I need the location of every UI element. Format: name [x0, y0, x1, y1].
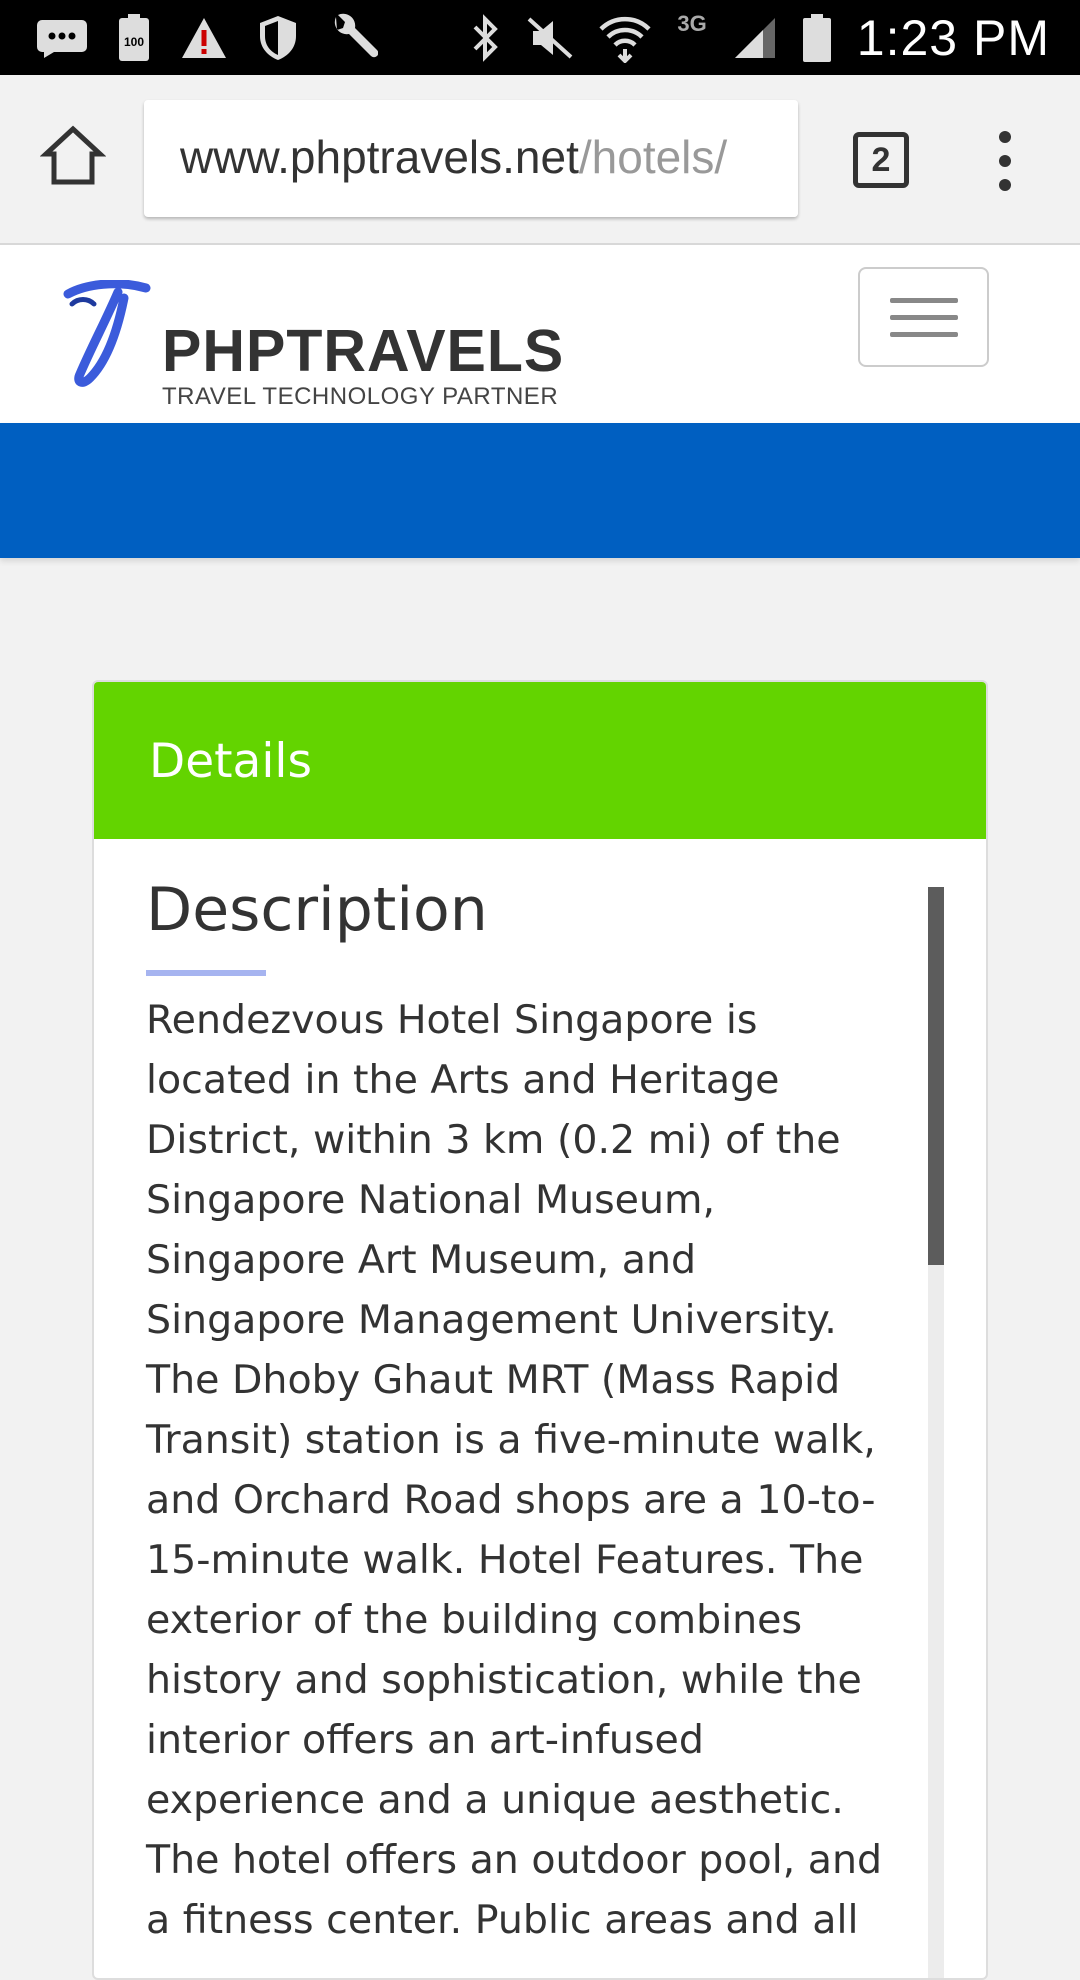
details-card: Details Description Rendezvous Hotel Sin… [92, 680, 988, 1980]
url-text[interactable]: www.phptravels.net/hotels/ [180, 130, 727, 184]
alert-icon [182, 17, 226, 58]
nav-menu-button[interactable] [858, 267, 989, 367]
shield-icon [260, 15, 296, 60]
overflow-menu-icon[interactable] [990, 131, 1020, 191]
chat-icon [37, 19, 87, 58]
mute-icon [528, 17, 573, 58]
url-path: /hotels/ [578, 131, 728, 183]
description-title: Description [146, 875, 488, 945]
status-bar: 100 3G 1:23 PM [0, 0, 1080, 75]
description-text: Rendezvous Hotel Singapore is located in… [146, 997, 883, 1943]
description-scrollbar-thumb[interactable] [928, 887, 944, 1265]
battery-100-icon: 100 [119, 13, 149, 61]
tab-count: 2 [871, 140, 891, 179]
site-header: PHPTRAVELS TRAVEL TECHNOLOGY PARTNER [0, 245, 1080, 423]
home-icon[interactable] [40, 123, 106, 189]
url-domain: www.phptravels.net [180, 131, 579, 183]
logo-subtitle: TRAVEL TECHNOLOGY PARTNER [162, 383, 559, 410]
logo-swirl-icon [63, 280, 151, 387]
network-type-label: 3G [677, 10, 707, 36]
status-right-icons: 3G 1:23 PM [471, 0, 1050, 75]
signal-icon [734, 17, 775, 58]
bluetooth-icon [474, 13, 499, 62]
details-card-header: Details [94, 682, 986, 839]
status-left-icons: 100 [36, 10, 378, 65]
address-bar[interactable]: www.phptravels.net/hotels/ [144, 100, 798, 217]
clock: 1:23 PM [856, 9, 1050, 66]
site-logo[interactable]: PHPTRAVELS TRAVEL TECHNOLOGY PARTNER [62, 280, 565, 410]
wifi-icon [599, 16, 652, 63]
tab-switcher-button[interactable]: 2 [853, 132, 909, 188]
url-fade [758, 100, 798, 217]
hero-banner [0, 423, 1080, 558]
browser-toolbar: www.phptravels.net/hotels/ 2 [0, 75, 1080, 245]
logo-title: PHPTRAVELS [162, 318, 565, 384]
description-underline [146, 970, 266, 976]
svg-text:100: 100 [124, 35, 144, 49]
wrench-icon [334, 13, 378, 57]
hamburger-icon [889, 297, 958, 303]
details-header-title: Details [149, 734, 312, 789]
battery-icon [802, 13, 831, 62]
